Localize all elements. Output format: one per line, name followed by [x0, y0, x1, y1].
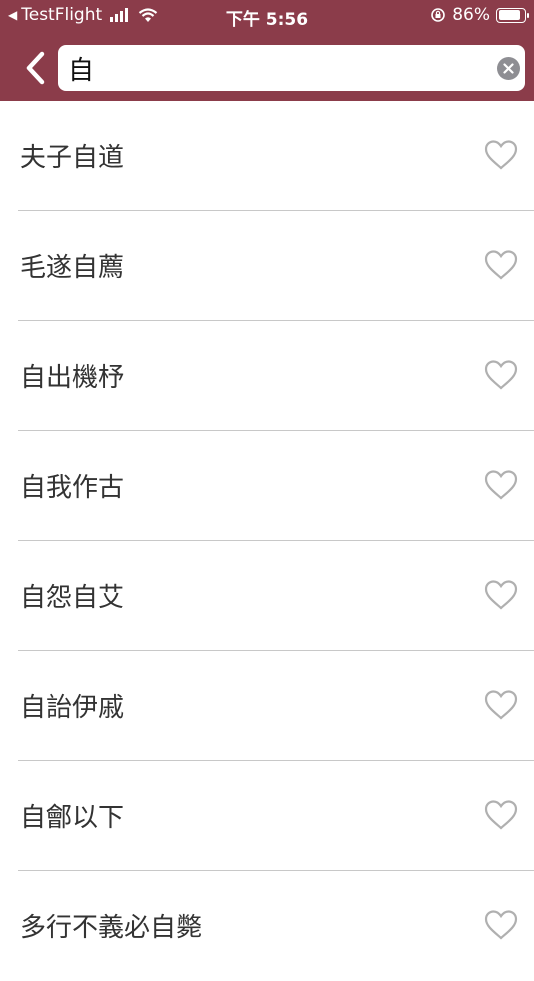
- search-input[interactable]: [68, 45, 488, 91]
- idiom-label: 自我作古: [20, 473, 125, 503]
- battery-icon: [496, 7, 529, 23]
- heart-icon[interactable]: [483, 799, 519, 831]
- heart-icon[interactable]: [483, 579, 519, 611]
- idiom-label: 夫子自道: [20, 143, 125, 173]
- status-bar: ◀ TestFlight 下午 5:56 86%: [0, 0, 534, 30]
- list-item[interactable]: 自怨自艾: [0, 541, 534, 651]
- app-header: ◀ TestFlight 下午 5:56 86%: [0, 0, 534, 101]
- list-item[interactable]: 毛遂自薦: [0, 211, 534, 321]
- battery-percent: 86%: [452, 5, 490, 25]
- list-item[interactable]: 多行不義必自斃: [0, 871, 534, 981]
- heart-icon[interactable]: [483, 249, 519, 281]
- clear-circle-icon: [503, 63, 514, 74]
- idiom-label: 毛遂自薦: [20, 253, 125, 283]
- idiom-label: 自怨自艾: [20, 583, 125, 613]
- back-button[interactable]: [18, 48, 52, 88]
- orientation-lock-icon: [431, 8, 446, 22]
- list-item[interactable]: 自詒伊戚: [0, 651, 534, 761]
- list-item[interactable]: 自出機杼: [0, 321, 534, 431]
- list-item[interactable]: 自鄶以下: [0, 761, 534, 871]
- clear-search-button[interactable]: [497, 57, 520, 80]
- heart-icon[interactable]: [483, 359, 519, 391]
- list-item[interactable]: 自我作古: [0, 431, 534, 541]
- list-item[interactable]: 夫子自道: [0, 101, 534, 211]
- chevron-left-icon: [26, 51, 45, 85]
- battery-fill: [498, 10, 520, 20]
- idiom-label: 自出機杼: [20, 363, 125, 393]
- status-right: 86%: [430, 5, 529, 25]
- heart-icon[interactable]: [483, 139, 519, 171]
- heart-icon[interactable]: [483, 469, 519, 501]
- heart-icon[interactable]: [483, 909, 519, 941]
- results-list: 夫子自道 毛遂自薦 自出機杼 自我作古 自怨自艾 自詒伊戚 自鄶以下 多行不義必…: [0, 101, 534, 981]
- idiom-label: 自詒伊戚: [20, 693, 125, 723]
- idiom-label: 自鄶以下: [20, 803, 125, 833]
- idiom-label: 多行不義必自斃: [20, 913, 203, 943]
- search-box: [58, 45, 525, 91]
- heart-icon[interactable]: [483, 689, 519, 721]
